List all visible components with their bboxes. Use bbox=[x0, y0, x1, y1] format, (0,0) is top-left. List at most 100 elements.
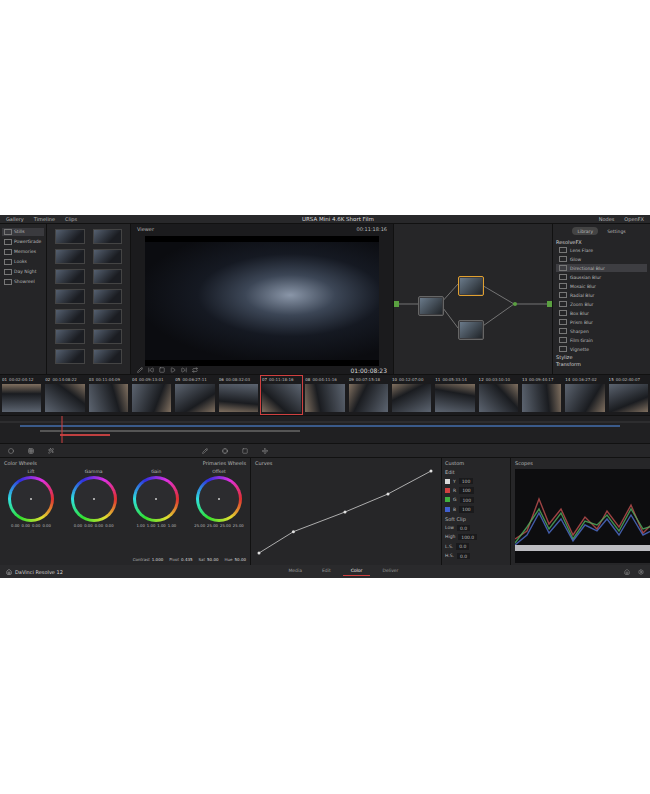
loop-icon[interactable] bbox=[192, 367, 198, 373]
node[interactable] bbox=[458, 320, 484, 340]
soft-clip-row[interactable]: H.S.0.0 bbox=[445, 553, 507, 559]
wheel-control[interactable]: Contrast1.000 bbox=[133, 558, 164, 563]
still-thumbnail[interactable] bbox=[55, 269, 85, 284]
soft-clip-row[interactable]: L.S.0.0 bbox=[445, 543, 507, 549]
top-tab[interactable]: Timeline bbox=[34, 216, 55, 222]
openfx-item[interactable]: Glow bbox=[556, 255, 647, 263]
album-item[interactable]: Day Night bbox=[2, 268, 44, 276]
skip-back-icon[interactable] bbox=[148, 367, 154, 373]
color-wheel[interactable]: Gain1.001.001.001.00 bbox=[129, 469, 183, 529]
openfx-item[interactable]: Prism Blur bbox=[556, 318, 647, 326]
channel-row[interactable]: B100 bbox=[445, 506, 507, 512]
openfx-item[interactable]: Box Blur bbox=[556, 309, 647, 317]
openfx-item[interactable]: Lens Flare bbox=[556, 246, 647, 254]
clip[interactable]: 0200:14:08:22 bbox=[43, 375, 86, 415]
clip[interactable]: 0100:02:04:12 bbox=[0, 375, 43, 415]
openfx-item[interactable]: Zoom Blur bbox=[556, 300, 647, 308]
wheel-control[interactable]: Hue50.00 bbox=[225, 558, 246, 563]
home-icon[interactable] bbox=[624, 569, 630, 575]
clip[interactable]: 0400:09:13:01 bbox=[130, 375, 173, 415]
clip[interactable]: 0800:04:11:16 bbox=[303, 375, 346, 415]
album-item[interactable]: Stills bbox=[2, 228, 44, 236]
clip[interactable]: 0500:06:27:11 bbox=[173, 375, 216, 415]
camera-raw-icon[interactable] bbox=[8, 448, 14, 454]
top-tab[interactable]: Nodes bbox=[599, 216, 615, 222]
channel-row[interactable]: G100 bbox=[445, 497, 507, 503]
album-item[interactable]: Memories bbox=[2, 248, 44, 256]
color-wheel[interactable]: Gamma0.000.000.000.00 bbox=[67, 469, 121, 529]
qualifier-icon[interactable] bbox=[222, 448, 228, 454]
openfx-item[interactable]: Directional Blur bbox=[556, 264, 647, 272]
still-thumbnail[interactable] bbox=[55, 309, 85, 324]
openfx-item[interactable]: Vignette bbox=[556, 345, 647, 353]
skip-forward-icon[interactable] bbox=[181, 367, 187, 373]
openfx-tab[interactable]: Library bbox=[572, 227, 598, 235]
app-name: DaVinci Resolve 12 bbox=[15, 569, 63, 575]
openfx-item[interactable]: Radial Blur bbox=[556, 291, 647, 299]
still-thumbnail[interactable] bbox=[55, 289, 85, 304]
wheel-control[interactable]: Sat50.00 bbox=[199, 558, 219, 563]
clip[interactable]: 1100:05:33:14 bbox=[433, 375, 476, 415]
settings-icon[interactable] bbox=[638, 569, 644, 575]
wheel-control[interactable]: Pivot0.435 bbox=[169, 558, 192, 563]
soft-clip-row[interactable]: High100.0 bbox=[445, 534, 507, 540]
openfx-footer[interactable]: Transform bbox=[556, 361, 647, 367]
node[interactable] bbox=[458, 276, 484, 296]
curve-chart[interactable] bbox=[255, 469, 435, 555]
clip[interactable]: 0600:08:32:03 bbox=[217, 375, 260, 415]
still-thumbnail[interactable] bbox=[55, 349, 85, 364]
openfx-item[interactable]: Sharpen bbox=[556, 327, 647, 335]
mini-timeline[interactable] bbox=[0, 416, 650, 444]
node[interactable] bbox=[418, 296, 444, 316]
still-thumbnail[interactable] bbox=[93, 269, 123, 284]
clip[interactable]: 1300:09:44:17 bbox=[520, 375, 563, 415]
still-thumbnail[interactable] bbox=[93, 229, 123, 244]
wheels-mode[interactable]: Primaries Wheels bbox=[203, 460, 246, 466]
openfx-tab[interactable]: Settings bbox=[602, 227, 630, 235]
still-thumbnail[interactable] bbox=[93, 349, 123, 364]
channel-row[interactable]: R100 bbox=[445, 487, 507, 493]
color-match-icon[interactable] bbox=[28, 448, 34, 454]
stop-icon[interactable] bbox=[159, 367, 165, 373]
top-tab[interactable]: Gallery bbox=[6, 216, 24, 222]
play-icon[interactable] bbox=[170, 367, 176, 373]
soft-clip-row[interactable]: Low0.0 bbox=[445, 525, 507, 531]
channel-row[interactable]: Y100 bbox=[445, 478, 507, 484]
clip[interactable]: 1200:03:10:10 bbox=[477, 375, 520, 415]
still-thumbnail[interactable] bbox=[93, 329, 123, 344]
album-item[interactable]: Showreel bbox=[2, 278, 44, 286]
album-item[interactable]: PowerGrade bbox=[2, 238, 44, 246]
still-thumbnail[interactable] bbox=[93, 289, 123, 304]
wand-icon[interactable] bbox=[48, 448, 54, 454]
page-tab[interactable]: Edit bbox=[314, 567, 339, 575]
fx-icon bbox=[559, 310, 567, 316]
clip[interactable]: 1400:16:27:02 bbox=[563, 375, 606, 415]
clip[interactable]: 0900:07:15:18 bbox=[347, 375, 390, 415]
still-thumbnail[interactable] bbox=[93, 309, 123, 324]
openfx-item[interactable]: Mosaic Blur bbox=[556, 282, 647, 290]
clip[interactable]: 0300:11:04:09 bbox=[87, 375, 130, 415]
page-tab[interactable]: Media bbox=[280, 567, 310, 575]
still-thumbnail[interactable] bbox=[55, 329, 85, 344]
page-tab[interactable]: Color bbox=[343, 567, 371, 575]
waveform-scope bbox=[515, 469, 650, 563]
top-tab[interactable]: OpenFX bbox=[624, 216, 644, 222]
tracker-icon[interactable] bbox=[262, 448, 268, 454]
color-wheel[interactable]: Offset25.0025.0025.0025.00 bbox=[192, 469, 246, 529]
clip[interactable]: 1500:02:40:07 bbox=[607, 375, 650, 415]
openfx-footer[interactable]: Stylize bbox=[556, 354, 647, 360]
curves-icon[interactable] bbox=[202, 448, 208, 454]
openfx-item[interactable]: Film Grain bbox=[556, 336, 647, 344]
color-wheel[interactable]: Lift0.000.000.000.00 bbox=[4, 469, 58, 529]
still-thumbnail[interactable] bbox=[55, 229, 85, 244]
page-tab[interactable]: Deliver bbox=[374, 567, 406, 575]
top-tab[interactable]: Clips bbox=[65, 216, 77, 222]
still-thumbnail[interactable] bbox=[55, 249, 85, 264]
still-thumbnail[interactable] bbox=[93, 249, 123, 264]
album-item[interactable]: Looks bbox=[2, 258, 44, 266]
window-icon[interactable] bbox=[242, 448, 248, 454]
clip[interactable]: 0700:11:18:16 bbox=[260, 375, 303, 415]
openfx-item[interactable]: Gaussian Blur bbox=[556, 273, 647, 281]
pen-icon[interactable] bbox=[137, 367, 143, 373]
clip[interactable]: 1000:12:07:00 bbox=[390, 375, 433, 415]
